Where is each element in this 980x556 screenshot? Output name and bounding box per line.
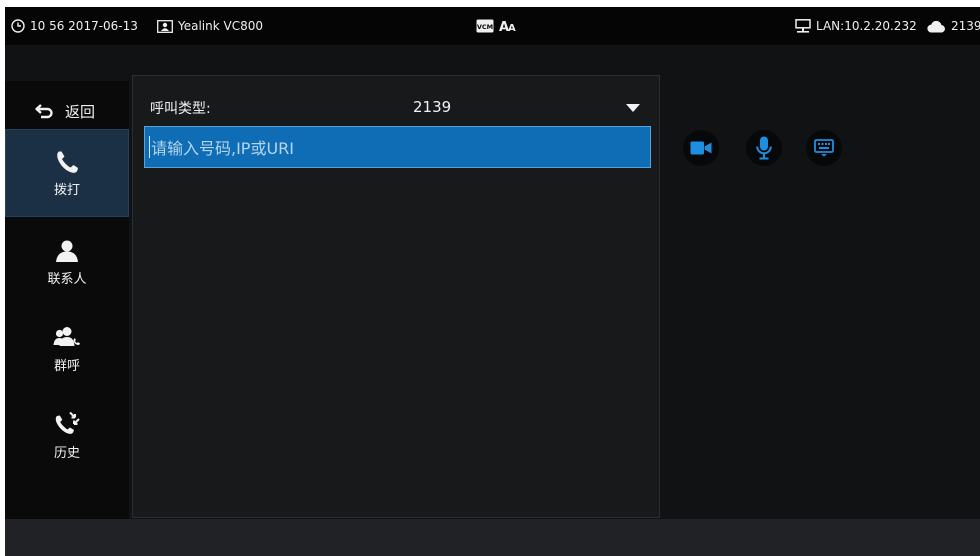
status-bar: 10 56 2017-06-13 Yealink VC800 VCM AA LA… — [5, 7, 980, 45]
nav-item-group-call[interactable]: 群呼 — [5, 305, 129, 393]
datetime: 10 56 2017-06-13 — [11, 7, 138, 45]
device-info: Yealink VC800 — [157, 7, 263, 45]
datetime-text: 10 56 2017-06-13 — [30, 19, 138, 33]
call-type-value[interactable]: 2139 — [413, 98, 451, 116]
back-button[interactable]: 返回 — [5, 93, 129, 129]
nav-label-group-call: 群呼 — [53, 358, 80, 374]
device-name: Yealink VC800 — [178, 19, 264, 33]
text-cursor — [149, 136, 150, 158]
audio-call-button[interactable] — [746, 130, 782, 166]
clock-icon — [11, 19, 25, 33]
microphone-icon — [756, 136, 772, 160]
keyboard-button[interactable] — [806, 130, 842, 166]
screen: 10 56 2017-06-13 Yealink VC800 VCM AA LA… — [5, 7, 980, 556]
nav-item-dial[interactable]: 拨打 — [5, 129, 129, 217]
vcm-icon: VCM — [476, 19, 494, 33]
contact-icon — [56, 240, 78, 262]
group-call-icon — [53, 326, 80, 346]
network-status: LAN:10.2.20.232 — [795, 7, 917, 45]
history-icon — [55, 411, 80, 434]
video-call-button[interactable] — [683, 130, 719, 166]
left-nav: 返回 拨打 联系人 群呼 历史 — [5, 81, 129, 519]
dial-input-placeholder: 请输入号码,IP或URI — [151, 139, 295, 158]
svg-text:A: A — [508, 23, 516, 33]
video-call-icon — [690, 141, 712, 155]
bottom-bar — [5, 519, 980, 556]
account-status: 2139 — [926, 7, 980, 45]
cloud-icon — [927, 20, 945, 32]
keyboard-icon — [814, 139, 834, 157]
back-label: 返回 — [65, 102, 96, 121]
phone-icon — [57, 151, 78, 173]
status-indicators: VCM AA — [476, 7, 522, 45]
svg-text:VCM: VCM — [477, 23, 493, 31]
account-number: 2139 — [951, 19, 980, 33]
font-size-icon: AA — [499, 20, 516, 33]
lan-address: LAN:10.2.20.232 — [816, 19, 917, 33]
back-arrow-icon — [35, 104, 53, 119]
nav-label-contacts: 联系人 — [47, 271, 87, 287]
contact-card-icon — [157, 19, 173, 33]
nav-item-contacts[interactable]: 联系人 — [5, 218, 129, 306]
call-type-label: 呼叫类型: — [150, 101, 211, 117]
dropdown-arrow-icon — [626, 104, 640, 112]
network-icon — [795, 19, 811, 33]
nav-item-history[interactable]: 历史 — [5, 391, 129, 479]
call-type-dropdown[interactable] — [623, 100, 643, 116]
nav-label-dial: 拨打 — [53, 182, 80, 198]
dial-panel: 呼叫类型: 2139 请输入号码,IP或URI — [132, 75, 660, 518]
dial-number-input[interactable]: 请输入号码,IP或URI — [144, 126, 651, 168]
nav-label-history: 历史 — [53, 445, 80, 461]
